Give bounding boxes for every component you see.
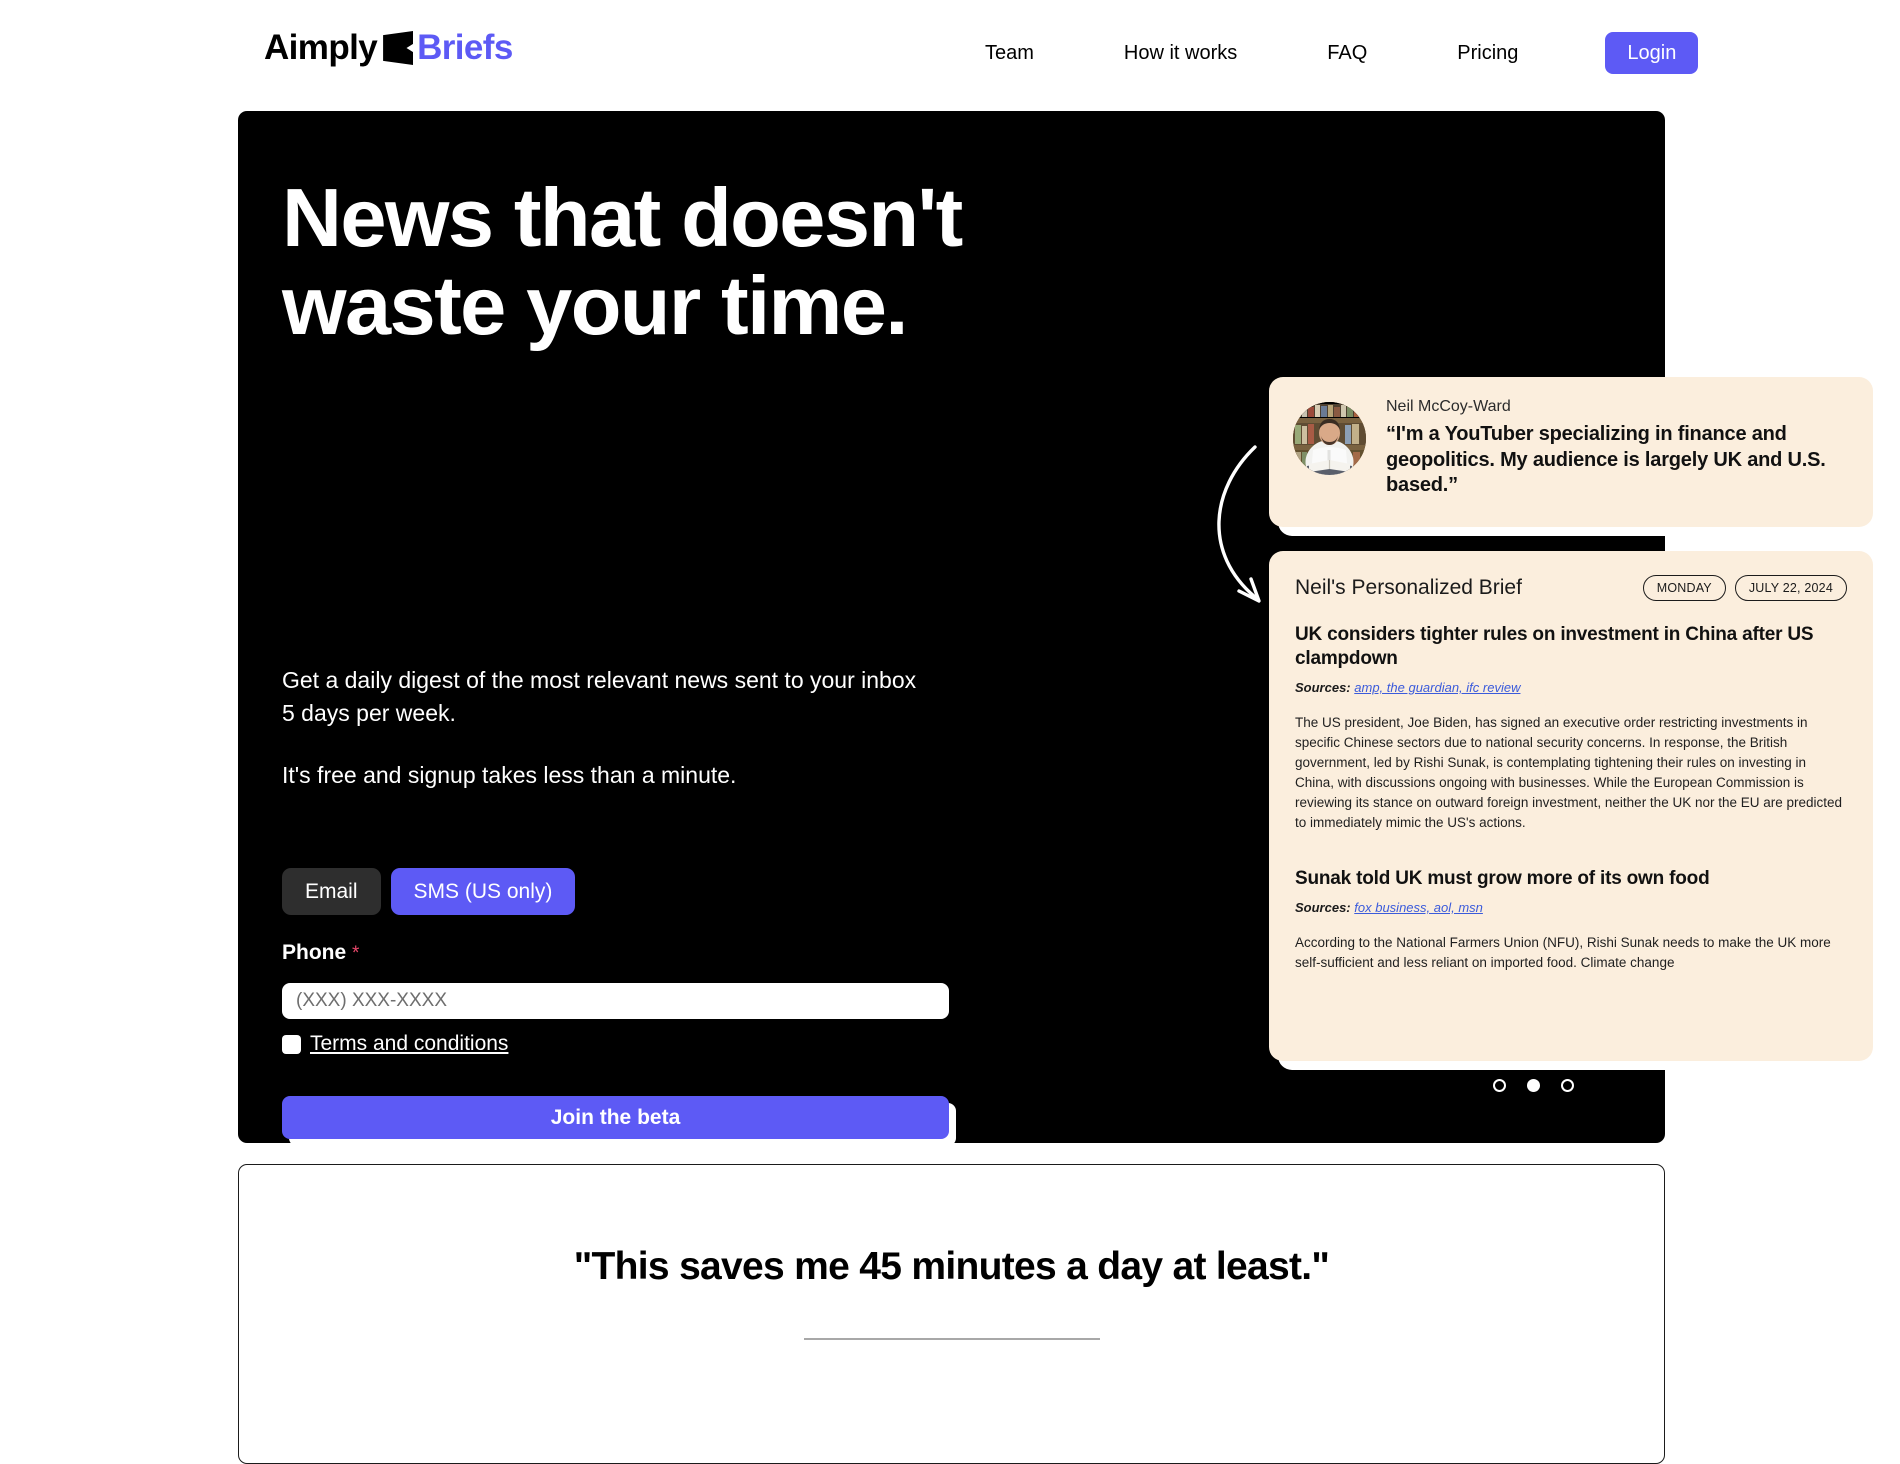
channel-toggle-group: Email SMS (US only) bbox=[282, 868, 576, 915]
article-source-links[interactable]: fox business, aol, msn bbox=[1354, 900, 1483, 915]
hero-title: News that doesn't waste your time. bbox=[282, 171, 963, 352]
testimonial-author: Neil McCoy-Ward bbox=[1386, 398, 1511, 415]
carousel-dots bbox=[1493, 1079, 1574, 1092]
quote-divider bbox=[803, 1338, 1100, 1340]
article-item: UK considers tighter rules on investment… bbox=[1295, 623, 1847, 833]
testimonial-card: Neil McCoy-Ward “I'm a YouTuber speciali… bbox=[1269, 377, 1873, 527]
required-asterisk: * bbox=[352, 943, 360, 964]
hero-subtitle-2: It's free and signup takes less than a m… bbox=[282, 762, 737, 788]
testimonial-copy: Neil McCoy-Ward “I'm a YouTuber speciali… bbox=[1386, 398, 1849, 499]
article-body: According to the National Farmers Union … bbox=[1295, 934, 1831, 970]
badge-date: JULY 22, 2024 bbox=[1734, 575, 1847, 601]
terms-checkbox[interactable] bbox=[282, 1034, 301, 1054]
brief-header: Neil's Personalized Brief MONDAY JULY 22… bbox=[1269, 551, 1873, 601]
brand-logo[interactable]: Aimply Briefs bbox=[264, 28, 513, 68]
brand-name-primary: Aimply bbox=[264, 28, 378, 67]
submit-wrapper: Join the beta bbox=[282, 1096, 949, 1139]
main-nav: Team How it works FAQ Pricing Login bbox=[940, 32, 1699, 74]
brief-badges: MONDAY JULY 22, 2024 bbox=[1642, 575, 1847, 601]
brief-body: UK considers tighter rules on investment… bbox=[1269, 601, 1873, 973]
brief-preview-card: Neil's Personalized Brief MONDAY JULY 22… bbox=[1269, 551, 1873, 1061]
terms-row: Terms and conditions bbox=[282, 1032, 508, 1056]
channel-option-sms[interactable]: SMS (US only) bbox=[390, 868, 576, 915]
phone-field-label: Phone * bbox=[282, 941, 359, 965]
brief-title: Neil's Personalized Brief bbox=[1295, 576, 1522, 599]
article-headline: Sunak told UK must grow more of its own … bbox=[1295, 867, 1710, 889]
site-header: Aimply Briefs Team How it works FAQ Pric… bbox=[0, 0, 1900, 110]
carousel-dot-3[interactable] bbox=[1561, 1079, 1574, 1092]
badge-day: MONDAY bbox=[1642, 575, 1726, 601]
nav-item-team[interactable]: Team bbox=[940, 32, 1079, 74]
article-source-links[interactable]: amp, the guardian, ifc review bbox=[1354, 680, 1520, 695]
nav-item-how-it-works[interactable]: How it works bbox=[1079, 32, 1282, 74]
testimonial-quote: “I'm a YouTuber specializing in finance … bbox=[1386, 423, 1826, 497]
avatar bbox=[1293, 402, 1366, 475]
quote-section: "This saves me 45 minutes a day at least… bbox=[238, 1164, 1665, 1464]
article-item: Sunak told UK must grow more of its own … bbox=[1295, 867, 1847, 973]
article-body: The US president, Joe Biden, has signed … bbox=[1295, 714, 1843, 830]
section-quote: "This saves me 45 minutes a day at least… bbox=[573, 1245, 1330, 1288]
carousel-dot-1[interactable] bbox=[1493, 1079, 1506, 1092]
join-the-beta-button[interactable]: Join the beta bbox=[282, 1096, 949, 1139]
article-headline: UK considers tighter rules on investment… bbox=[1295, 624, 1814, 669]
sources-label: Sources: bbox=[1295, 899, 1351, 915]
brand-name-secondary: Briefs bbox=[417, 28, 513, 67]
sources-label: Sources: bbox=[1295, 679, 1351, 695]
login-button[interactable]: Login bbox=[1605, 32, 1699, 74]
terms-and-conditions-link[interactable]: Terms and conditions bbox=[310, 1032, 508, 1056]
phone-label-text: Phone bbox=[282, 941, 347, 964]
carousel-dot-2[interactable] bbox=[1527, 1079, 1540, 1092]
brand-mark-icon bbox=[383, 31, 414, 65]
nav-item-pricing[interactable]: Pricing bbox=[1412, 32, 1563, 74]
article-sources: Sources: fox business, aol, msn bbox=[1295, 900, 1847, 915]
hero-subtitle-1: Get a daily digest of the most relevant … bbox=[282, 667, 917, 727]
article-sources: Sources: amp, the guardian, ifc review bbox=[1295, 680, 1847, 695]
nav-item-faq[interactable]: FAQ bbox=[1282, 32, 1412, 74]
hero-panel: News that doesn't waste your time. Get a… bbox=[238, 111, 1873, 1143]
channel-option-email[interactable]: Email bbox=[282, 868, 381, 915]
phone-input[interactable] bbox=[282, 983, 949, 1019]
